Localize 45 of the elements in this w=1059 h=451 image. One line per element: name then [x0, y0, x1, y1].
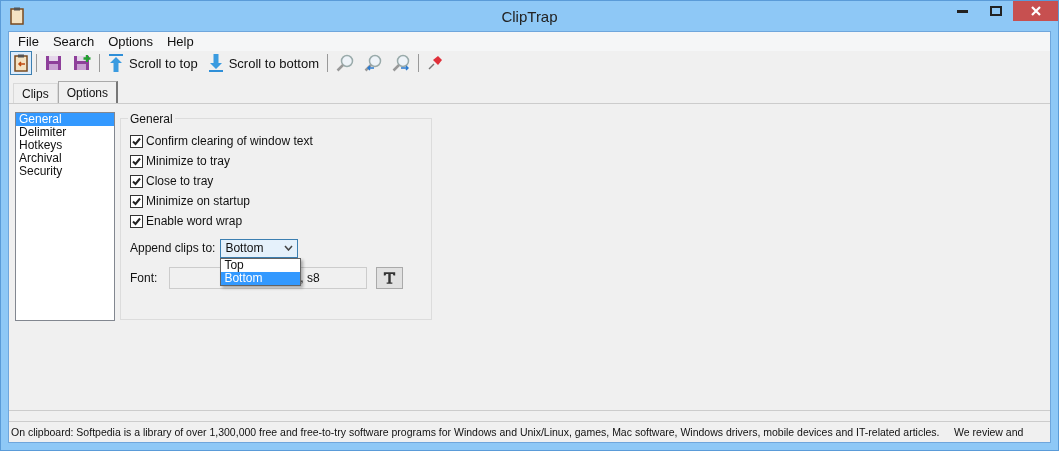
- arrow-down-icon: [207, 54, 224, 72]
- checkbox-label: Close to tray: [146, 174, 214, 188]
- close-icon: [1030, 6, 1041, 16]
- floppy-plus-icon: [73, 55, 91, 71]
- group-title: General: [128, 112, 175, 126]
- menu-item[interactable]: Help: [159, 34, 201, 49]
- pin-icon: [427, 55, 443, 71]
- magnifier-icon: [364, 54, 382, 72]
- menu-item[interactable]: File: [11, 34, 46, 49]
- status-bar: On clipboard: Softpedia is a library of over 1,300,000 free and free-to-try software programs for Windows and Unix/Linux, games, Mac software, Windows drivers, mobile devices and IT-related articles. We review and: [9, 421, 1050, 442]
- checkbox[interactable]: [130, 214, 143, 228]
- list-item[interactable]: Hotkeys: [16, 139, 114, 152]
- list-item[interactable]: Archival: [16, 152, 114, 165]
- toolbar-button[interactable]: Scroll to bottom: [203, 51, 323, 75]
- checkbox-label: Minimize on startup: [146, 194, 251, 208]
- checkbox[interactable]: [130, 174, 143, 188]
- tab[interactable]: Clips: [13, 83, 58, 103]
- checkbox[interactable]: [130, 154, 143, 168]
- menu-item[interactable]: Search: [45, 34, 102, 49]
- checkbox[interactable]: [130, 134, 143, 148]
- magnifier-icon: [392, 54, 410, 72]
- close-button[interactable]: [1013, 1, 1058, 21]
- font-button[interactable]: [376, 267, 404, 289]
- list-item[interactable]: Delimiter: [16, 126, 114, 139]
- magnifier-icon: [336, 54, 354, 72]
- font-label: Font:: [130, 271, 158, 285]
- checkbox-label: Enable word wrap: [146, 214, 243, 228]
- clipboard-icon: [14, 54, 28, 72]
- window-title: ClipTrap: [501, 7, 558, 25]
- checkbox-label: Confirm clearing of window text: [146, 134, 313, 148]
- checkbox-label: Minimize to tray: [146, 154, 231, 168]
- minimize-icon: [956, 9, 968, 13]
- arrow-up-icon: [108, 54, 124, 72]
- clipboard-button[interactable]: [10, 51, 32, 75]
- toolbar-button[interactable]: Scroll to top: [104, 51, 202, 75]
- append-label: Append clips to:: [130, 241, 216, 255]
- maximize-icon: [990, 6, 1002, 16]
- tab[interactable]: Options: [57, 81, 119, 103]
- clipboard-icon: [10, 7, 24, 25]
- chevron-down-icon: [284, 245, 294, 251]
- append-dropdown[interactable]: Bottom: [220, 238, 299, 258]
- checkbox[interactable]: [130, 194, 143, 208]
- menu-item[interactable]: Options: [101, 34, 160, 49]
- font-icon: [383, 270, 397, 286]
- list-item[interactable]: Security: [16, 165, 114, 178]
